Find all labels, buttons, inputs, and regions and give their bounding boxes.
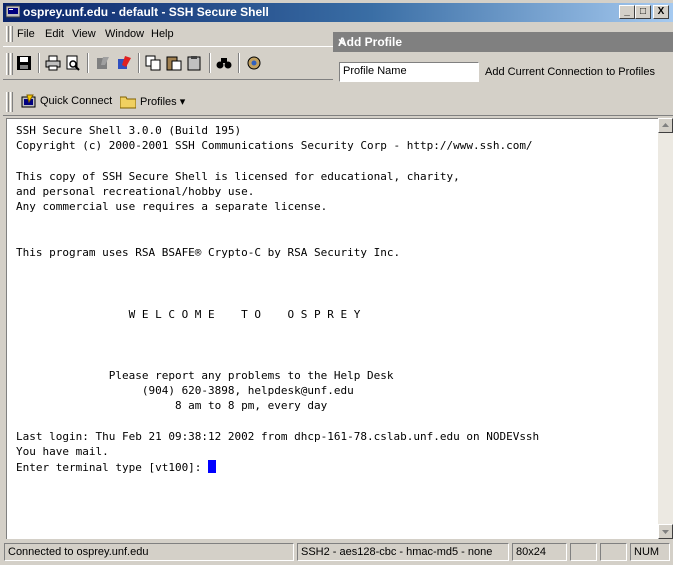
- terminal-output: SSH Secure Shell 3.0.0 (Build 195) Copyr…: [16, 123, 539, 475]
- toolbar-separator: [38, 53, 40, 73]
- terminal-cursor: [208, 459, 217, 473]
- menubar-grip[interactable]: [6, 26, 9, 42]
- find-icon[interactable]: [216, 55, 232, 71]
- vertical-scrollbar[interactable]: [658, 118, 673, 539]
- ssh-app-icon: [6, 5, 20, 18]
- status-empty-panel: [600, 543, 627, 561]
- quick-connect-label: Quick Connect: [40, 95, 113, 107]
- terminal-line: Any commercial use requires a separate l…: [16, 200, 328, 214]
- terminal-line: and personal recreational/hobby use.: [16, 185, 255, 199]
- paste-colored-icon[interactable]: [116, 55, 132, 71]
- add-current-connection-button[interactable]: Add Current Connection to Profiles: [485, 66, 655, 78]
- terminal-view[interactable]: SSH Secure Shell 3.0.0 (Build 195) Copyr…: [6, 118, 658, 539]
- folder-icon: [120, 96, 136, 109]
- status-bar: Connected to osprey.unf.edu SSH2 - aes12…: [3, 541, 673, 562]
- paste-disabled-icon[interactable]: [187, 55, 203, 71]
- terminal-line: SSH Secure Shell 3.0.0 (Build 195): [16, 124, 242, 137]
- terminal-line: You have mail.: [16, 445, 109, 459]
- add-profile-popup: Add Profile × Profile Name Add Current C…: [333, 32, 673, 92]
- minimize-button[interactable]: _: [619, 5, 635, 19]
- window-title: osprey.unf.edu - default - SSH Secure Sh…: [23, 5, 269, 19]
- toolbar-grip[interactable]: [6, 92, 9, 112]
- profile-name-input[interactable]: Profile Name: [339, 62, 479, 82]
- menubar-grip[interactable]: [10, 26, 13, 42]
- settings-icon[interactable]: [246, 55, 262, 71]
- terminal-line: Last login: Thu Feb 21 09:38:12 2002 fro…: [16, 429, 540, 443]
- edit-icon[interactable]: [95, 55, 111, 71]
- menu-file[interactable]: File: [17, 28, 35, 40]
- terminal-line: This copy of SSH Secure Shell is license…: [16, 169, 460, 183]
- paste-icon[interactable]: [166, 55, 182, 71]
- terminal-prompt: Enter terminal type [vt100]:: [16, 460, 209, 474]
- add-profile-close-button[interactable]: ×: [338, 35, 669, 49]
- terminal-line: Copyright (c) 2000-2001 SSH Communicatio…: [16, 139, 533, 153]
- menu-help[interactable]: Help: [151, 28, 174, 40]
- copy-icon[interactable]: [145, 55, 161, 71]
- status-num-lock: NUM: [630, 543, 670, 561]
- toolbar-grip[interactable]: [10, 53, 13, 75]
- maximize-button[interactable]: □: [635, 5, 651, 19]
- menu-view[interactable]: View: [72, 28, 96, 40]
- status-empty-panel: [570, 543, 597, 561]
- toolbar-separator: [209, 53, 211, 73]
- status-cipher: SSH2 - aes128-cbc - hmac-md5 - none: [297, 543, 509, 561]
- toolbar-separator: [238, 53, 240, 73]
- scroll-up-arrow[interactable]: [658, 118, 673, 133]
- status-connection: Connected to osprey.unf.edu: [4, 543, 294, 561]
- print-preview-icon[interactable]: [65, 55, 81, 71]
- toolbar-separator: [138, 53, 140, 73]
- menu-window[interactable]: Window: [105, 28, 144, 40]
- terminal-line: This program uses RSA BSAFE® Crypto-C by…: [16, 246, 401, 260]
- scroll-down-arrow[interactable]: [658, 524, 673, 539]
- toolbar-grip[interactable]: [6, 53, 9, 75]
- terminal-line: W E L C O M E T O O S P R E Y: [16, 307, 361, 321]
- close-button[interactable]: X: [653, 5, 669, 19]
- toolbar-separator: [87, 53, 89, 73]
- terminal-line: Please report any problems to the Help D…: [16, 368, 394, 382]
- menu-edit[interactable]: Edit: [45, 28, 64, 40]
- ssh-window: osprey.unf.edu - default - SSH Secure Sh…: [0, 0, 673, 565]
- save-icon[interactable]: [16, 55, 32, 71]
- quick-connect-icon: [21, 94, 36, 108]
- toolbar-grip[interactable]: [10, 92, 13, 112]
- terminal-line: (904) 620-3898, helpdesk@unf.edu: [16, 384, 354, 398]
- add-profile-title-bar[interactable]: Add Profile ×: [333, 32, 673, 52]
- arrow-up-icon: [662, 123, 669, 127]
- arrow-down-icon: [662, 530, 669, 534]
- profiles-button[interactable]: Profiles ▾: [118, 92, 228, 112]
- title-bar[interactable]: osprey.unf.edu - default - SSH Secure Sh…: [3, 3, 673, 22]
- terminal-line: 8 am to 8 pm, every day: [16, 399, 328, 413]
- quick-toolbar: Quick Connect Profiles ▾: [3, 88, 673, 116]
- profiles-label: Profiles ▾: [140, 96, 186, 108]
- status-terminal-size: 80x24: [512, 543, 567, 561]
- print-icon[interactable]: [45, 55, 61, 71]
